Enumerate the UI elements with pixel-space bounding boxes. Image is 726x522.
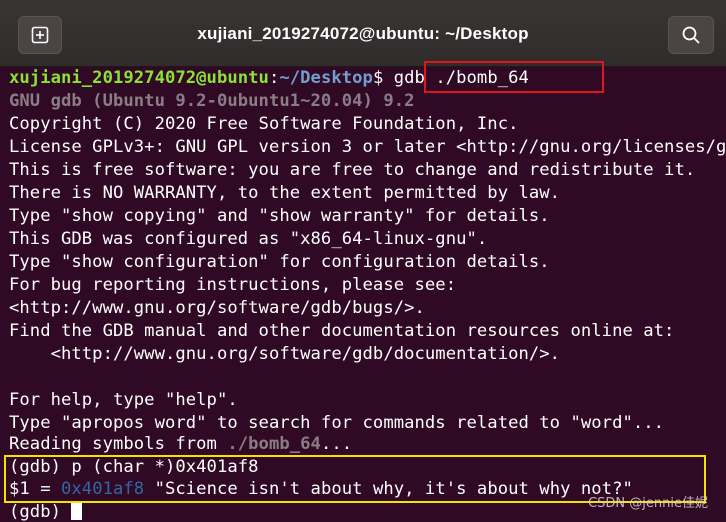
command-highlight-box — [424, 61, 604, 93]
output-line: For help, type "help". — [9, 390, 238, 410]
output-line: For bug reporting instructions, please s… — [9, 275, 457, 295]
gdb-prompt: (gdb) — [9, 502, 72, 522]
reading-prefix: Reading symbols from — [9, 434, 228, 454]
prompt-user-host: xujiani_2019274072@ubuntu — [9, 68, 269, 88]
output-line: Type "apropos word" to search for comman… — [9, 413, 665, 433]
terminal-output[interactable]: xujiani_2019274072@ubuntu:~/Desktop$ gdb… — [0, 67, 726, 522]
prompt-colon: : — [268, 68, 280, 88]
output-line: There is NO WARRANTY, to the extent perm… — [9, 183, 561, 203]
gdb-version-line: GNU gdb (Ubuntu 9.2-0ubuntu1~20.04) 9.2 — [9, 91, 415, 111]
reading-file: ./bomb_64 — [227, 434, 321, 454]
output-line: License GPLv3+: GNU GPL version 3 or lat… — [9, 137, 726, 157]
output-line: <http://www.gnu.org/software/gdb/documen… — [9, 344, 561, 364]
text-cursor — [71, 501, 83, 520]
window-title: xujiani_2019274072@ubuntu: ~/Desktop — [197, 24, 529, 43]
output-line: <http://www.gnu.org/software/gdb/bugs/>. — [9, 298, 425, 318]
output-line: This is free software: you are free to c… — [9, 160, 696, 180]
output-line: Type "show configuration" for configurat… — [9, 252, 550, 272]
output-line: Copyright (C) 2020 Free Software Foundat… — [9, 114, 519, 134]
gdb-prompt-line: (gdb) — [9, 501, 83, 522]
prompt-symbol: $ — [372, 68, 394, 88]
reading-symbols-line: Reading symbols from ./bomb_64... — [9, 433, 352, 456]
search-icon — [682, 26, 700, 44]
search-button[interactable] — [668, 16, 714, 54]
output-line: Find the GDB manual and other documentat… — [9, 321, 675, 341]
terminal-window: xujiani_2019274072@ubuntu: ~/Desktop xuj… — [0, 0, 726, 522]
output-line: Type "show copying" and "show warranty" … — [9, 206, 550, 226]
title-bar: xujiani_2019274072@ubuntu: ~/Desktop — [0, 0, 726, 67]
output-line: This GDB was configured as "x86_64-linux… — [9, 229, 488, 249]
watermark: CSDN @jennie佳妮 — [588, 496, 708, 511]
reading-suffix: ... — [320, 434, 353, 454]
prompt-path: ~/Desktop — [279, 68, 373, 88]
